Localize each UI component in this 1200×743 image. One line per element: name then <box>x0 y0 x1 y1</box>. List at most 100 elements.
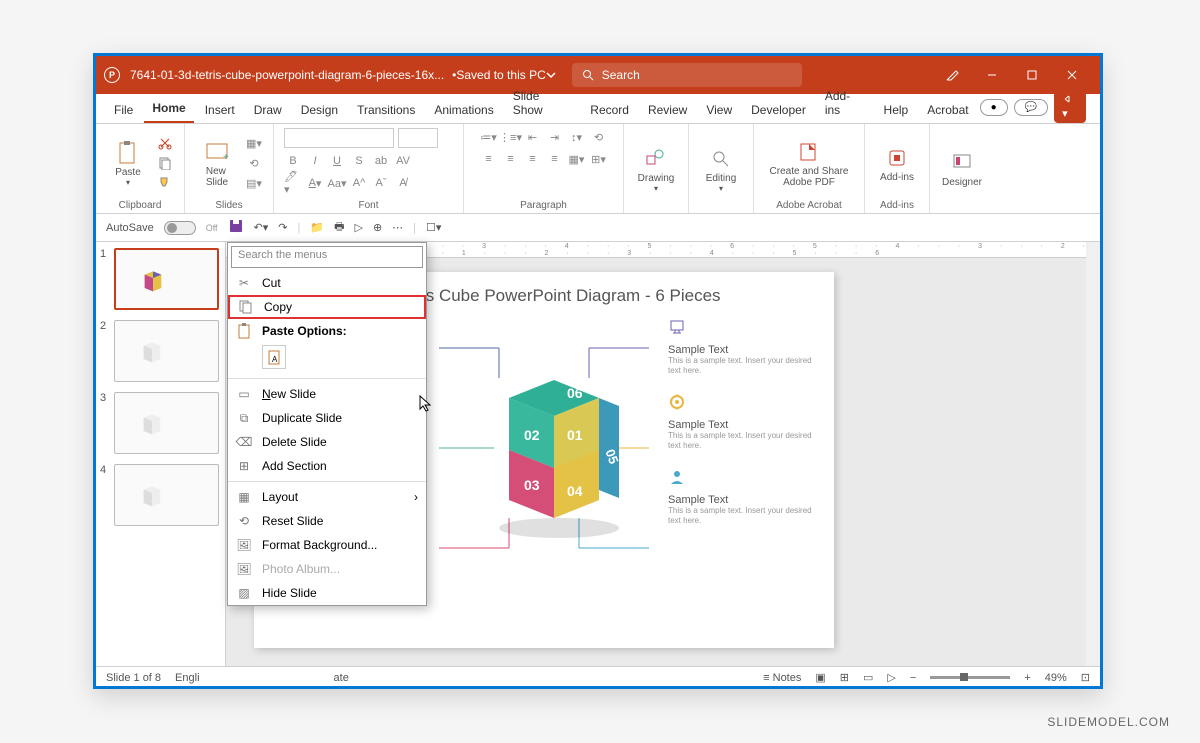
menu-add-section[interactable]: ⊞Add Section <box>228 454 426 478</box>
svg-text:04: 04 <box>567 483 583 499</box>
copy-icon <box>238 300 254 314</box>
touch-icon[interactable]: ☐▾ <box>426 221 441 234</box>
menu-delete-slide[interactable]: ⌫Delete Slide <box>228 430 426 454</box>
tab-insert[interactable]: Insert <box>197 97 243 123</box>
menu-format-background[interactable]: 🖼Format Background... <box>228 533 426 557</box>
view-sorter-icon[interactable]: ⊞ <box>840 671 849 684</box>
view-reading-icon[interactable]: ▭ <box>863 671 873 684</box>
vertical-scrollbar[interactable] <box>1086 242 1100 666</box>
zoom-level[interactable]: 49% <box>1045 672 1067 684</box>
save-icon[interactable] <box>228 218 244 237</box>
zoom-in-button[interactable]: + <box>1024 672 1030 684</box>
tab-file[interactable]: File <box>106 97 141 123</box>
group-addins: Add-ins Add-ins <box>865 124 930 213</box>
format-bg-icon: 🖼 <box>236 538 252 552</box>
tab-transitions[interactable]: Transitions <box>349 97 423 123</box>
comments-pill[interactable]: 💬 <box>1014 99 1048 116</box>
menu-photo-album: 🖼Photo Album... <box>228 557 426 581</box>
view-normal-icon[interactable]: ▣ <box>815 671 825 684</box>
close-button[interactable] <box>1052 56 1092 94</box>
cut-icon: ✂ <box>236 276 252 290</box>
undo-icon[interactable]: ↶▾ <box>254 221 269 234</box>
group-slides: +New Slide ▦▾ ⟲ ▤▾ Slides <box>185 124 274 213</box>
maximize-button[interactable] <box>1012 56 1052 94</box>
tab-record[interactable]: Record <box>582 97 637 123</box>
item-4: Sample TextThis is a sample text. Insert… <box>668 318 818 375</box>
svg-text:A: A <box>272 355 278 364</box>
photo-album-icon: 🖼 <box>236 562 252 576</box>
delete-icon: ⌫ <box>236 435 252 449</box>
record-pill[interactable]: ● <box>980 99 1008 116</box>
copy-icon[interactable] <box>156 154 174 172</box>
tab-slideshow[interactable]: Slide Show <box>505 83 580 123</box>
thumbnail-3[interactable]: 3 <box>100 392 221 454</box>
add-icon[interactable]: ⊕ <box>373 221 382 234</box>
format-painter-icon[interactable] <box>156 174 174 192</box>
slideshow-icon[interactable]: ▷ <box>354 221 362 234</box>
language-indicator[interactable]: Engli <box>175 672 199 684</box>
ribbon-tabs: File Home Insert Draw Design Transitions… <box>96 94 1100 124</box>
menu-paste-options: Paste Options: <box>228 319 426 343</box>
menu-hide-slide[interactable]: ▨Hide Slide <box>228 581 426 605</box>
menu-search-input[interactable]: Search the menus <box>231 246 423 268</box>
tab-design[interactable]: Design <box>293 97 346 123</box>
menu-layout[interactable]: ▦Layout› <box>228 485 426 509</box>
zoom-slider[interactable] <box>930 676 1010 679</box>
layout-icon[interactable]: ▦▾ <box>245 134 263 152</box>
hide-icon: ▨ <box>236 586 252 600</box>
svg-text:03: 03 <box>524 477 540 493</box>
designer-button[interactable]: Designer <box>940 139 984 199</box>
paste-option-keep-formatting[interactable]: A <box>262 345 286 369</box>
editing-button[interactable]: Editing▾ <box>699 139 743 199</box>
group-paragraph: ≔▾⋮≡▾⇤⇥↕▾⟲ ≡≡≡≡▦▾⊞▾ Paragraph <box>464 124 624 213</box>
app-window: P 7641-01-3d-tetris-cube-powerpoint-diag… <box>93 53 1103 689</box>
quick-access-toolbar: AutoSave Off ↶▾ ↷ | 📁 🖶 ▷ ⊕ ⋯ | ☐▾ <box>96 214 1100 242</box>
print-icon[interactable]: 🖶 <box>334 218 344 237</box>
zoom-out-button[interactable]: − <box>910 672 916 684</box>
autosave-label: AutoSave <box>106 222 154 234</box>
drawing-button[interactable]: Drawing▾ <box>634 139 678 199</box>
addins-button[interactable]: Add-ins <box>875 133 919 193</box>
notes-button[interactable]: ≡ Notes <box>763 672 801 684</box>
reset-icon[interactable]: ⟲ <box>245 154 263 172</box>
view-slideshow-icon[interactable]: ▷ <box>887 671 895 684</box>
thumbnail-4[interactable]: 4 <box>100 464 221 526</box>
fit-to-window-icon[interactable]: ⊡ <box>1081 671 1090 684</box>
tab-help[interactable]: Help <box>876 97 917 123</box>
section-icon[interactable]: ▤▾ <box>245 174 263 192</box>
workspace: 1 2 3 4 Search the menus ✂Cut Copy Paste… <box>96 242 1100 666</box>
minimize-button[interactable] <box>972 56 1012 94</box>
tab-animations[interactable]: Animations <box>426 97 501 123</box>
thumbnail-2[interactable]: 2 <box>100 320 221 382</box>
thumbnail-1[interactable]: 1 <box>100 248 221 310</box>
titlebar: P 7641-01-3d-tetris-cube-powerpoint-diag… <box>96 56 1100 94</box>
tab-view[interactable]: View <box>698 97 740 123</box>
share-button[interactable]: ▾ <box>1054 91 1086 123</box>
menu-new-slide[interactable]: ▭New Slide <box>228 382 426 406</box>
open-icon[interactable]: 📁 <box>310 221 324 234</box>
statusbar: Slide 1 of 8 Engli ate ≡ Notes ▣ ⊞ ▭ ▷ −… <box>96 666 1100 688</box>
svg-text:02: 02 <box>524 427 540 443</box>
menu-cut[interactable]: ✂Cut <box>228 271 426 295</box>
tab-draw[interactable]: Draw <box>246 97 290 123</box>
save-status[interactable]: • Saved to this PC <box>452 68 556 82</box>
tab-home[interactable]: Home <box>144 95 193 123</box>
autosave-toggle[interactable] <box>164 221 196 235</box>
search-input[interactable]: Search <box>572 63 802 87</box>
tab-addins[interactable]: Add-ins <box>817 83 873 123</box>
svg-text:01: 01 <box>567 427 583 443</box>
redo-icon[interactable]: ↷ <box>278 221 287 234</box>
tab-review[interactable]: Review <box>640 97 695 123</box>
menu-copy[interactable]: Copy <box>228 295 426 319</box>
tab-acrobat[interactable]: Acrobat <box>919 97 976 123</box>
menu-duplicate-slide[interactable]: ⧉Duplicate Slide <box>228 406 426 430</box>
cut-icon[interactable] <box>156 134 174 152</box>
new-slide-button[interactable]: +New Slide <box>195 133 239 193</box>
tab-developer[interactable]: Developer <box>743 97 814 123</box>
group-designer: Designer <box>930 124 994 213</box>
pencil-icon[interactable] <box>932 56 972 94</box>
paste-button[interactable]: Paste▾ <box>106 133 150 193</box>
adobe-pdf-button[interactable]: Create and Share Adobe PDF <box>764 133 854 193</box>
more-icon[interactable]: ⋯ <box>392 221 403 234</box>
menu-reset-slide[interactable]: ⟲Reset Slide <box>228 509 426 533</box>
